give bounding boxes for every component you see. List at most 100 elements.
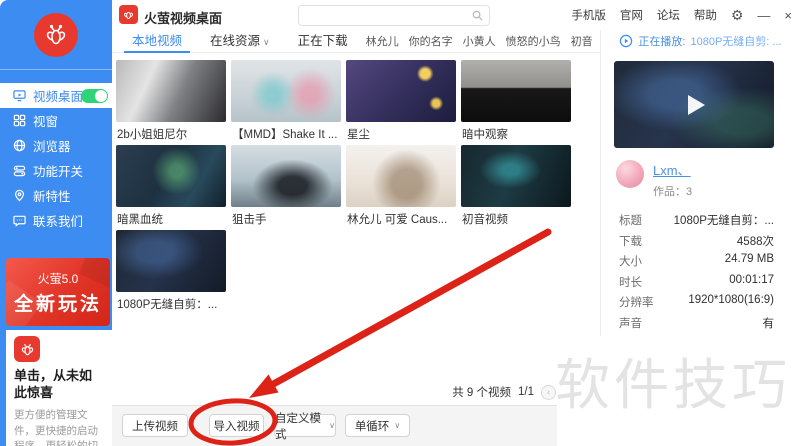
page-indicator: 1/1 bbox=[518, 386, 534, 398]
search-box[interactable] bbox=[298, 5, 490, 26]
video-thumbnail[interactable] bbox=[116, 60, 226, 122]
detail-label: 分辨率 bbox=[619, 297, 654, 309]
sidebar-item-label: 功能开关 bbox=[33, 165, 84, 179]
video-title: 暗中观察 bbox=[462, 129, 508, 141]
chevron-down-icon: ∨ bbox=[329, 421, 335, 430]
watermark-text: 软件技巧 bbox=[557, 354, 792, 416]
video-card[interactable]: 狙击手 bbox=[231, 145, 341, 227]
video-card[interactable]: 初音视频 bbox=[461, 145, 571, 227]
tab-local-videos[interactable]: 本地视频 bbox=[124, 30, 191, 53]
video-thumbnail[interactable] bbox=[461, 60, 571, 122]
search-input[interactable] bbox=[299, 9, 472, 22]
video-thumbnail[interactable] bbox=[116, 230, 226, 292]
video-title: 【MMD】Shake It ... bbox=[232, 129, 338, 141]
chevron-down-icon: ∨ bbox=[394, 421, 401, 430]
titlebar-right: 手机版 官网 论坛 帮助 ⚙ — × bbox=[571, 0, 792, 30]
video-card[interactable]: 2b小姐姐尼尔 bbox=[116, 60, 226, 142]
desktop-toggle-switch[interactable] bbox=[81, 89, 108, 103]
video-thumbnail[interactable] bbox=[231, 145, 341, 207]
chevron-down-icon: ∨ bbox=[263, 36, 270, 47]
video-thumbnail[interactable] bbox=[346, 145, 456, 207]
promo-card-desc: 更方便的管理文件，更快捷的启动程序，更轻松的切换窗口 bbox=[14, 408, 98, 446]
video-thumbnail[interactable] bbox=[231, 60, 341, 122]
sidebar-item-label: 联系我们 bbox=[33, 215, 84, 229]
video-thumbnail[interactable] bbox=[461, 145, 571, 207]
video-card[interactable]: 林允儿 可爱 Caus... bbox=[346, 145, 456, 227]
author-row: Lxm、 作品：3 bbox=[616, 160, 692, 199]
video-card[interactable]: 暗中观察 bbox=[461, 60, 571, 142]
link-official-site[interactable]: 官网 bbox=[620, 7, 643, 23]
sidebar-item-label: 浏览器 bbox=[33, 140, 71, 154]
app-logo-icon bbox=[119, 5, 138, 24]
hot-keyword[interactable]: 你的名字 bbox=[409, 33, 453, 49]
link-mobile-version[interactable]: 手机版 bbox=[571, 7, 606, 23]
switches-icon bbox=[13, 164, 26, 177]
app-window: 视频桌面 视窗 浏览器 功能开关 新特性 联系我们 火萤5.0 全新玩法 单击，… bbox=[0, 0, 800, 446]
hot-keyword[interactable]: 林允儿 bbox=[366, 33, 399, 49]
detail-label: 大小 bbox=[619, 256, 642, 268]
detail-value: 有 bbox=[762, 317, 775, 330]
firefly-logo-small-icon bbox=[14, 336, 40, 362]
title-bar: 火萤视频桌面 手机版 官网 论坛 帮助 ⚙ — × bbox=[112, 0, 800, 30]
video-desktop-icon bbox=[13, 89, 26, 102]
sidebar-item-contact-us[interactable]: 联系我们 bbox=[0, 208, 112, 233]
video-title: 初音视频 bbox=[462, 214, 508, 226]
sidebar: 视频桌面 视窗 浏览器 功能开关 新特性 联系我们 火萤5.0 全新玩法 单击，… bbox=[0, 0, 112, 446]
video-card[interactable]: 星尘 bbox=[346, 60, 456, 142]
now-playing-title[interactable]: 1080P无缝自剪: ... bbox=[690, 33, 781, 49]
sidebar-item-windows[interactable]: 视窗 bbox=[0, 108, 112, 133]
detail-value: 1080P无缝自剪：... bbox=[673, 215, 774, 227]
video-thumbnail[interactable] bbox=[346, 60, 456, 122]
play-icon[interactable] bbox=[687, 94, 705, 115]
now-playing-label: 正在播放: bbox=[638, 36, 686, 48]
detail-label: 声音 bbox=[619, 317, 642, 330]
tab-bar: 本地视频 在线资源∨ 正在下载 林允儿 你的名字 小黄人 愤怒的小鸟 初音 加入… bbox=[112, 30, 658, 53]
detail-value: 00:01:17 bbox=[729, 273, 774, 286]
sidebar-divider bbox=[0, 69, 112, 70]
custom-mode-dropdown[interactable]: 自定义模式 ∨ bbox=[274, 413, 336, 441]
tab-downloading[interactable]: 正在下载 bbox=[290, 30, 356, 53]
sidebar-item-label: 视频桌面 bbox=[33, 90, 84, 104]
link-help[interactable]: 帮助 bbox=[694, 7, 717, 23]
detail-label: 标题 bbox=[619, 215, 642, 227]
video-player-preview[interactable] bbox=[614, 61, 774, 148]
play-circle-icon bbox=[620, 34, 633, 48]
pin-icon bbox=[13, 189, 26, 202]
detail-value: 1920*1080(16:9) bbox=[688, 294, 774, 306]
detail-row: 声音 有 bbox=[619, 315, 774, 331]
hot-keyword[interactable]: 初音 bbox=[571, 33, 593, 49]
close-icon[interactable]: × bbox=[784, 9, 792, 22]
sidebar-item-feature-switch[interactable]: 功能开关 bbox=[0, 158, 112, 183]
promo-banner[interactable]: 火萤5.0 全新玩法 bbox=[6, 258, 110, 326]
prev-page-button[interactable]: ‹ bbox=[541, 384, 556, 400]
video-card[interactable]: 暗黑血统 bbox=[116, 145, 226, 227]
video-title: 星尘 bbox=[347, 129, 370, 141]
video-card[interactable]: 1080P无缝自剪：... bbox=[116, 230, 226, 312]
sidebar-item-browser[interactable]: 浏览器 bbox=[0, 133, 112, 158]
link-forum[interactable]: 论坛 bbox=[657, 7, 680, 23]
video-title: 狙击手 bbox=[232, 214, 267, 226]
settings-gear-icon[interactable]: ⚙ bbox=[731, 8, 744, 22]
hot-keyword[interactable]: 愤怒的小鸟 bbox=[506, 33, 561, 49]
detail-label: 时长 bbox=[619, 276, 642, 289]
sidebar-item-new-features[interactable]: 新特性 bbox=[0, 183, 112, 208]
detail-label: 下载 bbox=[619, 235, 642, 248]
browser-globe-icon bbox=[13, 139, 26, 152]
detail-value: 24.79 MB bbox=[724, 253, 774, 265]
author-name-link[interactable]: Lxm、 bbox=[653, 160, 692, 179]
video-thumbnail[interactable] bbox=[116, 145, 226, 207]
detail-row: 标题 1080P无缝自剪：... bbox=[619, 212, 774, 228]
search-icon[interactable] bbox=[472, 10, 483, 21]
chat-bubble-icon bbox=[13, 214, 26, 227]
loop-mode-dropdown[interactable]: 单循环 ∨ bbox=[345, 414, 410, 437]
import-video-button[interactable]: 导入视频 bbox=[209, 414, 264, 437]
video-title: 1080P无缝自剪：... bbox=[117, 299, 218, 311]
tab-online-resources[interactable]: 在线资源 ∨ bbox=[202, 30, 278, 53]
sidebar-item-label: 视窗 bbox=[33, 115, 59, 129]
upload-video-button[interactable]: 上传视频 bbox=[122, 414, 188, 437]
video-card[interactable]: 【MMD】Shake It ... bbox=[231, 60, 341, 142]
minimize-icon[interactable]: — bbox=[757, 9, 770, 22]
hot-keyword[interactable]: 小黄人 bbox=[463, 33, 496, 49]
author-avatar[interactable] bbox=[616, 160, 644, 188]
sidebar-item-video-desktop[interactable]: 视频桌面 bbox=[0, 83, 112, 108]
